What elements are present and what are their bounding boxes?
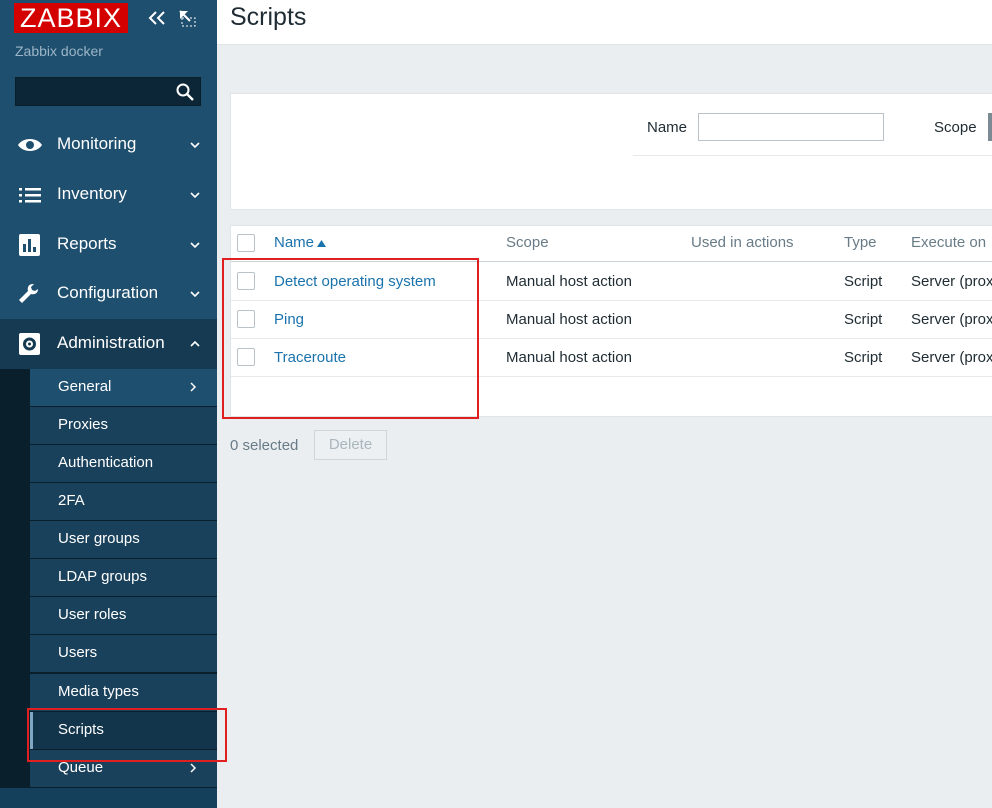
kiosk-mode-icon[interactable] [178, 9, 196, 27]
submenu-label: LDAP groups [58, 568, 147, 585]
submenu-label: Scripts [58, 721, 104, 738]
filter-divider [633, 155, 992, 156]
menu-label-reports: Reports [57, 234, 117, 253]
submenu-item-proxies[interactable]: Proxies [30, 407, 217, 444]
script-name-link[interactable]: Traceroute [274, 349, 346, 366]
eye-icon [18, 139, 42, 151]
submenu-label: 2FA [58, 492, 85, 509]
menu-label-administration: Administration [57, 333, 165, 352]
wrench-icon [19, 284, 38, 303]
gear-icon [19, 333, 40, 355]
search-input[interactable] [16, 78, 170, 107]
filter-panel: Name Scope [230, 93, 992, 210]
submenu-item-queue[interactable]: Queue [30, 750, 217, 787]
script-name-link[interactable]: Detect operating system [274, 273, 436, 290]
column-header-name[interactable]: Name [274, 234, 314, 251]
delete-button[interactable]: Delete [314, 430, 387, 460]
filter-name-label: Name [647, 119, 688, 136]
chevron-right-icon [190, 382, 197, 392]
script-type: Script [844, 273, 883, 290]
page-header: Scripts [217, 0, 992, 45]
table-header-divider [231, 261, 992, 262]
submenu-item-user-roles[interactable]: User roles [30, 597, 217, 634]
selected-count: 0 selected [230, 437, 299, 454]
chevron-down-icon [190, 142, 200, 149]
submenu-label: General [58, 378, 112, 395]
submenu-label: User groups [58, 530, 140, 547]
submenu-item-2fa[interactable]: 2FA [30, 483, 217, 520]
menu-item-monitoring[interactable]: Monitoring [0, 120, 217, 170]
column-header-execute-on: Execute on [911, 234, 987, 251]
sort-ascending-icon [317, 240, 326, 247]
column-header-scope: Scope [506, 234, 549, 251]
submenu-label: User roles [58, 606, 127, 623]
filter-scope-button[interactable] [988, 113, 992, 141]
chevron-down-icon [190, 242, 200, 249]
script-execute-on: Server (prox [911, 273, 992, 290]
menu-item-inventory[interactable]: Inventory [0, 170, 217, 220]
zabbix-logo[interactable]: ZABBIX [14, 3, 128, 33]
submenu-label: Proxies [58, 416, 109, 433]
script-scope: Manual host action [506, 349, 632, 366]
submenu-label: Authentication [58, 454, 154, 471]
script-type: Script [844, 349, 883, 366]
list-icon [19, 188, 41, 203]
table-row: Detect operating system Manual host acti… [231, 263, 992, 301]
chevron-up-icon [190, 340, 200, 347]
submenu-item-authentication[interactable]: Authentication [30, 445, 217, 482]
search-icon[interactable] [176, 83, 194, 101]
column-header-type: Type [844, 234, 877, 251]
column-header-used-in-actions: Used in actions [691, 234, 794, 251]
scripts-table: Name Scope Used in actions Type Execute … [230, 225, 992, 417]
submenu-label: Queue [58, 759, 104, 776]
filter-scope-label: Scope [934, 119, 977, 136]
script-scope: Manual host action [506, 311, 632, 328]
script-name-link[interactable]: Ping [274, 311, 304, 328]
submenu-label: Media types [58, 683, 139, 700]
table-row: Ping Manual host action Script Server (p… [231, 301, 992, 339]
menu-label-configuration: Configuration [57, 283, 159, 302]
submenu-item-scripts[interactable]: Scripts [30, 712, 217, 749]
submenu-item-users[interactable]: Users [30, 635, 217, 672]
search-box [15, 77, 201, 107]
chevron-right-icon [190, 763, 197, 773]
menu-label-inventory: Inventory [57, 184, 127, 203]
page-title: Scripts [230, 3, 307, 31]
table-row: Traceroute Manual host action Script Ser… [231, 339, 992, 377]
script-scope: Manual host action [506, 273, 632, 290]
row-checkbox[interactable] [237, 348, 255, 366]
menu-item-reports[interactable]: Reports [0, 220, 217, 270]
menu-label-monitoring: Monitoring [57, 134, 137, 153]
chevron-down-icon [190, 291, 200, 298]
script-type: Script [844, 311, 883, 328]
submenu-label: Users [58, 644, 98, 661]
menu-item-administration[interactable]: Administration [0, 319, 217, 369]
script-execute-on: Server (prox [911, 311, 992, 328]
submenu-item-media-types[interactable]: Media types [30, 674, 217, 711]
row-checkbox[interactable] [237, 272, 255, 290]
sidebar: ZABBIX Zabbix docker Monitoring Inventor… [0, 0, 217, 808]
server-name: Zabbix docker [15, 43, 103, 59]
submenu-item-ldap-groups[interactable]: LDAP groups [30, 559, 217, 596]
chevron-down-icon [190, 192, 200, 199]
filter-name-input[interactable] [698, 113, 884, 141]
administration-submenu: General Proxies Authentication 2FA User … [0, 369, 217, 788]
sidebar-footer [0, 788, 217, 808]
row-checkbox[interactable] [237, 310, 255, 328]
collapse-sidebar-icon[interactable] [146, 8, 168, 28]
select-all-checkbox[interactable] [237, 234, 255, 252]
script-execute-on: Server (prox [911, 349, 992, 366]
submenu-item-general[interactable]: General [30, 369, 217, 406]
submenu-item-user-groups[interactable]: User groups [30, 521, 217, 558]
menu-item-configuration[interactable]: Configuration [0, 269, 217, 319]
bar-chart-icon [19, 234, 40, 256]
